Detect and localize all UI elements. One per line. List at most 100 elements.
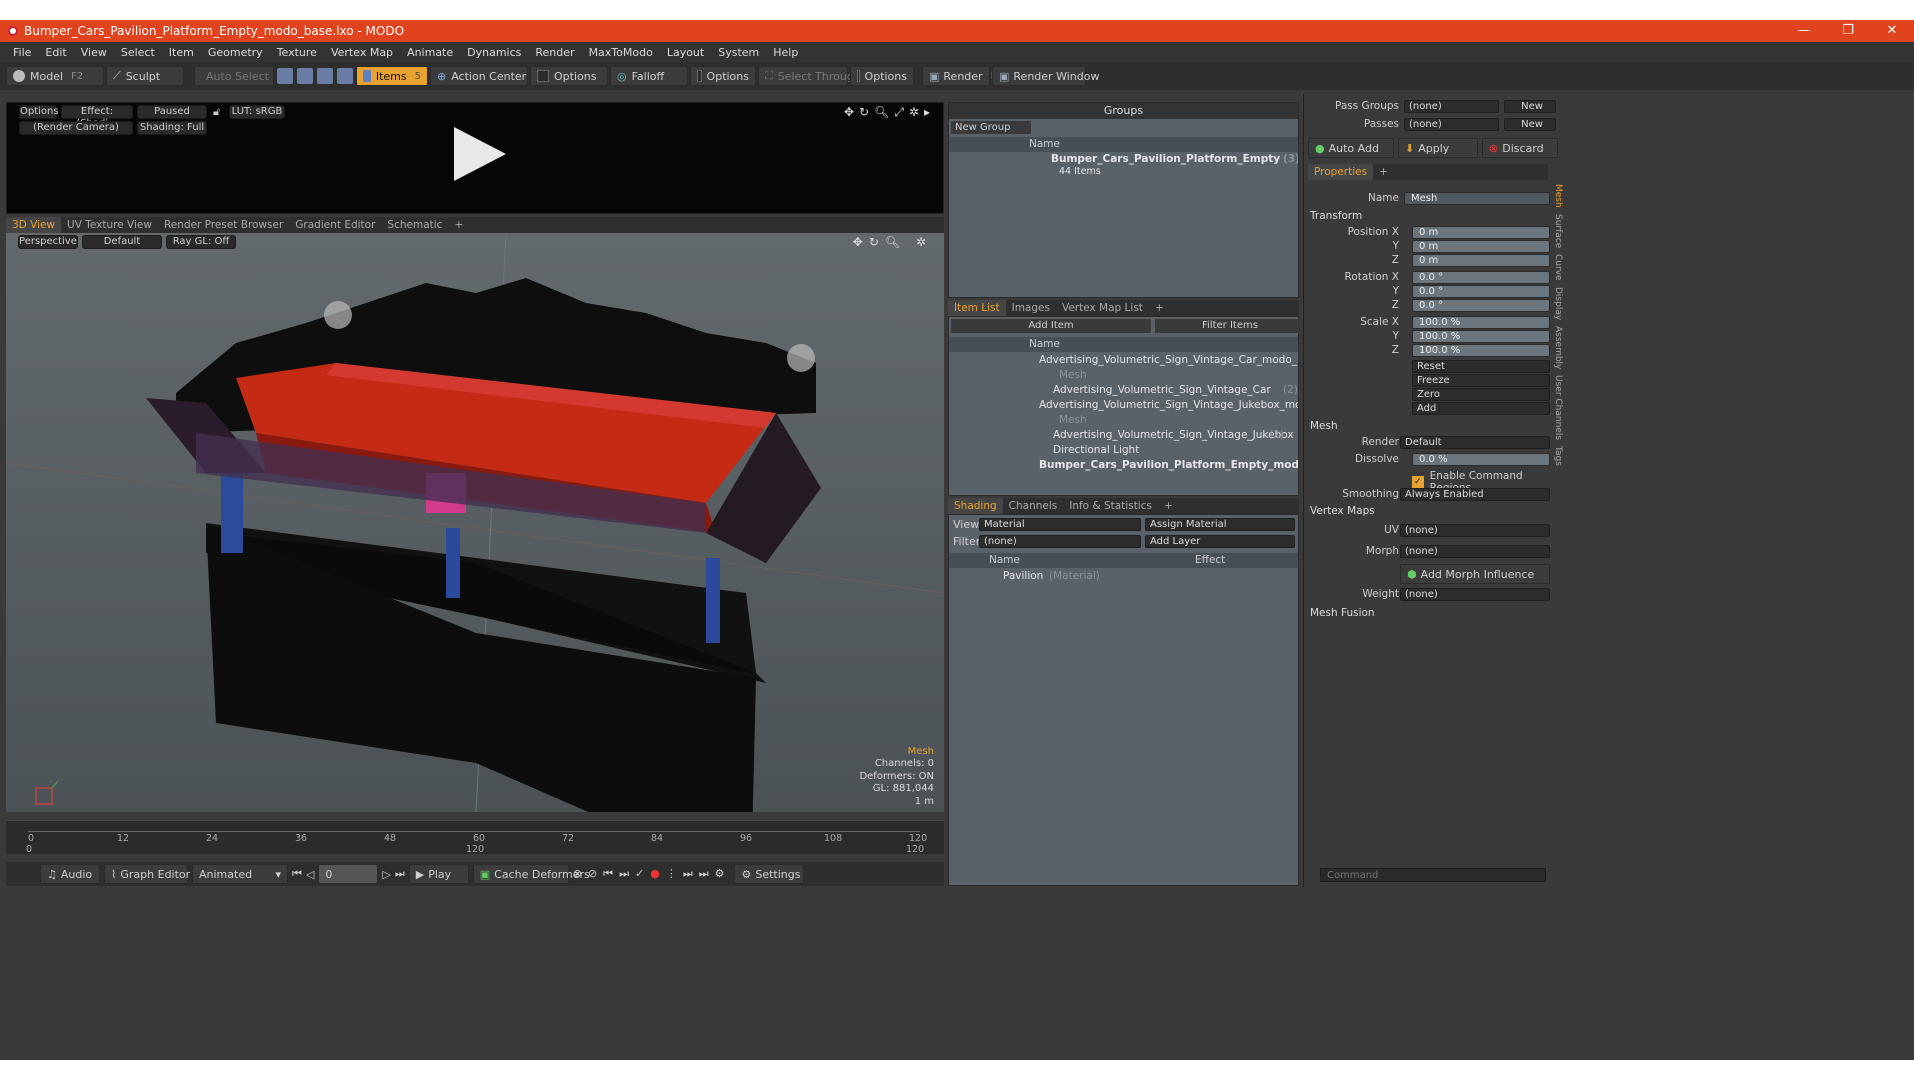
view-dropdown[interactable]: Material xyxy=(979,518,1141,531)
effect-dropdown[interactable]: Effect: (Shadi... xyxy=(61,105,133,129)
mesh-section[interactable]: Mesh xyxy=(1310,420,1338,432)
items-mode-button[interactable]: Items 5 xyxy=(356,66,428,86)
menu-system[interactable]: System xyxy=(711,46,766,59)
scale-z-field[interactable]: 100.0 % xyxy=(1412,344,1550,357)
vertex-maps-section[interactable]: Vertex Maps xyxy=(1310,505,1375,517)
frame-field[interactable]: 0 xyxy=(318,864,379,884)
list-item[interactable]: Advertising_Volumetric_Sign_Vintage_Juke… xyxy=(949,428,1298,443)
falloff-button[interactable]: ◎ Falloff xyxy=(610,66,688,86)
add-tab-button[interactable]: + xyxy=(1149,300,1170,316)
menu-select[interactable]: Select xyxy=(114,46,162,59)
key-tools-icons[interactable]: ⊗⊘⏮⏭✓●⋮⏭⏭⚙ xyxy=(573,867,731,881)
side-tab-user-channels[interactable]: User Channels xyxy=(1549,375,1563,440)
new-group-button[interactable]: New Group xyxy=(951,121,1031,134)
model-mode-button[interactable]: Model F2 xyxy=(6,66,104,86)
command-input[interactable] xyxy=(1320,868,1546,882)
menu-vertex-map[interactable]: Vertex Map xyxy=(324,46,400,59)
weight-dropdown[interactable]: (none) xyxy=(1400,588,1550,601)
pass-groups-dropdown[interactable]: (none) xyxy=(1404,100,1499,113)
scale-y-field[interactable]: 100.0 % xyxy=(1412,330,1550,343)
lut-dropdown[interactable]: LUT: sRGB xyxy=(229,105,285,119)
add-morph-influence-button[interactable]: ⬢ Add Morph Influence xyxy=(1400,564,1550,584)
menu-item[interactable]: Item xyxy=(162,46,201,59)
skip-end-icon[interactable]: ⏭ xyxy=(395,867,405,881)
side-tab-mesh[interactable]: Mesh xyxy=(1549,184,1563,208)
select-through-button[interactable]: ⛶ Select Through xyxy=(758,66,861,86)
play-icon[interactable] xyxy=(454,127,506,181)
passes-dropdown[interactable]: (none) xyxy=(1404,118,1499,131)
tab-uv-texture-view[interactable]: UV Texture View xyxy=(61,217,158,233)
menu-help[interactable]: Help xyxy=(766,46,805,59)
discard-button[interactable]: ⊗ Discard xyxy=(1482,138,1558,158)
tab-item-list[interactable]: Item List xyxy=(948,300,1006,316)
vertices-mode-icon[interactable] xyxy=(277,68,293,84)
morph-dropdown[interactable]: (none) xyxy=(1400,545,1550,558)
menu-geometry[interactable]: Geometry xyxy=(201,46,270,59)
tab-3d-view[interactable]: 3D View xyxy=(6,217,62,233)
auto-add-button[interactable]: ● Auto Add xyxy=(1308,138,1394,158)
smoothing-dropdown[interactable]: Always Enabled xyxy=(1400,488,1550,501)
scale-x-field[interactable]: 100.0 % xyxy=(1412,316,1550,329)
tab-properties[interactable]: Properties xyxy=(1308,164,1374,180)
minimize-button[interactable]: — xyxy=(1782,20,1826,42)
render-dropdown[interactable]: Default xyxy=(1400,436,1550,449)
animated-dropdown[interactable]: Animated ▾ xyxy=(192,864,288,884)
render-window-button[interactable]: ▣ Render Window xyxy=(992,66,1099,86)
tab-channels[interactable]: Channels xyxy=(1003,498,1064,514)
3d-viewport[interactable]: Perspective Default Ray GL: Off ✥↻🔍︎ ✲ +… xyxy=(6,233,944,812)
auto-select-button[interactable]: Auto Select xyxy=(194,66,274,86)
render-camera-dropdown[interactable]: (Render Camera) xyxy=(19,121,133,135)
render-button[interactable]: ▣RenderF9 xyxy=(922,66,1003,86)
list-item[interactable]: Advertising_Volumetric_Sign_Vintage_Juke… xyxy=(949,398,1298,413)
list-item[interactable]: Bumper_Cars_Pavilion_Platform_Empty_modo… xyxy=(949,458,1298,473)
lock-icon[interactable]: 🔓︎ xyxy=(213,105,220,119)
select-options-button[interactable]: Options xyxy=(850,66,914,86)
paused-button[interactable]: Paused xyxy=(137,105,207,119)
list-item[interactable]: Mesh xyxy=(949,368,1298,383)
restore-button[interactable]: ❐ xyxy=(1826,20,1870,42)
menu-edit[interactable]: Edit xyxy=(38,46,73,59)
skip-start-icon[interactable]: ⏮ xyxy=(292,867,302,881)
preview-options-button[interactable]: Options xyxy=(19,105,59,119)
preview-toolbar-icons[interactable]: ✥↻🔍︎⤢✲▸ xyxy=(844,105,935,120)
side-tab-display[interactable]: Display xyxy=(1549,287,1563,320)
name-field[interactable]: Mesh xyxy=(1404,192,1550,205)
menu-animate[interactable]: Animate xyxy=(400,46,460,59)
add-tab-button[interactable]: + xyxy=(1158,498,1179,514)
tab-vertex-map-list[interactable]: Vertex Map List xyxy=(1056,300,1149,316)
transform-section[interactable]: Transform xyxy=(1310,210,1362,222)
uv-dropdown[interactable]: (none) xyxy=(1400,524,1550,537)
side-tab-assembly[interactable]: Assembly xyxy=(1549,326,1563,369)
falloff-options-button[interactable]: Options xyxy=(690,66,756,86)
tab-shading[interactable]: Shading xyxy=(948,498,1003,514)
filter-dropdown[interactable]: (none) xyxy=(979,535,1141,548)
materials-mode-icon[interactable] xyxy=(337,68,353,84)
position-z-field[interactable]: 0 m xyxy=(1412,254,1550,267)
list-item[interactable]: Mesh xyxy=(949,413,1298,428)
timeline[interactable]: 0 12 24 36 48 60 72 84 96 108 120 0 120 … xyxy=(6,820,944,855)
sculpt-mode-button[interactable]: ⟋ Sculpt xyxy=(106,66,184,86)
material-row[interactable]: Pavilion (Material) xyxy=(949,569,1298,584)
menu-render[interactable]: Render xyxy=(528,46,581,59)
action-center-button[interactable]: ⊕ Action Center xyxy=(430,66,528,86)
next-frame-icon[interactable]: ▷ xyxy=(382,868,390,881)
list-item[interactable]: Directional Light xyxy=(949,443,1298,458)
play-button[interactable]: ▶ Play xyxy=(408,864,469,884)
apply-button[interactable]: ⬇ Apply xyxy=(1398,138,1478,158)
list-item[interactable]: Advertising_Volumetric_Sign_Vintage_Car_… xyxy=(949,353,1298,368)
shading-dropdown[interactable]: Shading: Full xyxy=(137,121,207,135)
mesh-fusion-section[interactable]: Mesh Fusion xyxy=(1310,607,1375,619)
assign-material-button[interactable]: Assign Material xyxy=(1145,518,1295,531)
graph-editor-button[interactable]: ⌇ Graph Editor xyxy=(104,864,190,884)
add-dropdown[interactable]: Add xyxy=(1412,402,1550,415)
rotation-y-field[interactable]: 0.0 ° xyxy=(1412,285,1550,298)
menu-dynamics[interactable]: Dynamics xyxy=(460,46,528,59)
render-preview[interactable]: Options Effect: (Shadi... Paused 🔓︎ LUT:… xyxy=(6,102,944,214)
menu-layout[interactable]: Layout xyxy=(660,46,711,59)
cache-deformers-button[interactable]: ▣ Cache Deformers xyxy=(472,864,590,884)
menu-texture[interactable]: Texture xyxy=(270,46,324,59)
list-item[interactable]: Advertising_Volumetric_Sign_Vintage_Car (… xyxy=(949,383,1298,398)
filter-items-field[interactable]: Filter Items xyxy=(1155,319,1305,333)
new-pass-group-button[interactable]: New xyxy=(1504,100,1556,113)
menu-view[interactable]: View xyxy=(74,46,114,59)
